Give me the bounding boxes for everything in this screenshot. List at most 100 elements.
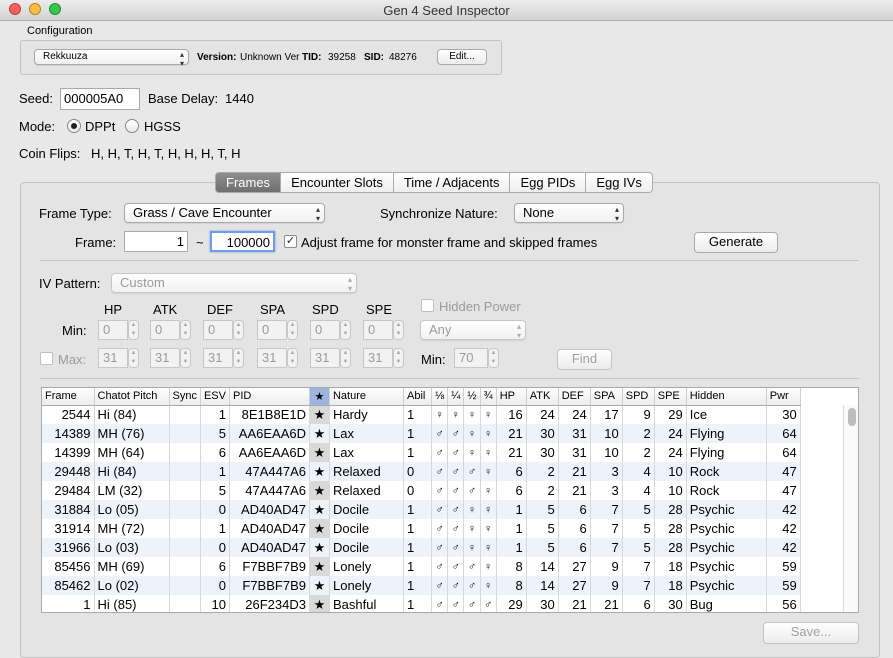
atk-max-input[interactable]: 31: [150, 348, 180, 368]
spe-min-stepper[interactable]: ▲ ▼: [393, 320, 404, 340]
column-header[interactable]: Chatot Pitch: [94, 388, 170, 406]
column-header[interactable]: Pwr: [766, 388, 801, 406]
table-row[interactable]: 14389 MH (76) 5 AA6EAA6D ★ Lax 1 ♂ ♂ ♀ ♀ 21 30 31 10 2 2…: [42, 424, 801, 443]
table-row[interactable]: 31966 Lo (03) 0 AD40AD47 ★ Docile 1 ♂ ♂ ♀ ♀ 1 5 6 7 5 28…: [42, 538, 801, 557]
generate-button[interactable]: Generate: [694, 232, 778, 253]
tab-frames[interactable]: Frames: [215, 172, 282, 193]
column-header[interactable]: ¼: [447, 388, 465, 406]
column-header[interactable]: Sync: [169, 388, 201, 406]
table-cell: 31: [558, 424, 591, 443]
column-header[interactable]: DEF: [558, 388, 591, 406]
column-header[interactable]: HP: [496, 388, 527, 406]
column-header[interactable]: SPE: [654, 388, 687, 406]
hp-min-power-stepper[interactable]: ▲ ▼: [488, 348, 499, 368]
save-button[interactable]: Save...: [763, 622, 859, 644]
table-cell: 14399: [42, 443, 95, 462]
spd-min-input[interactable]: 0: [310, 320, 340, 340]
hp-min-power-input[interactable]: 70: [454, 348, 488, 368]
sync-nature-select[interactable]: None ▴ ▾: [514, 203, 624, 223]
seed-input[interactable]: 000005A0: [60, 88, 140, 110]
table-cell: Psychic: [686, 576, 767, 595]
table-cell: 21: [558, 481, 591, 500]
def-max-input[interactable]: 31: [203, 348, 233, 368]
def-min-stepper[interactable]: ▲ ▼: [233, 320, 244, 340]
atk-min-stepper[interactable]: ▲ ▼: [180, 320, 191, 340]
edit-button[interactable]: Edit...: [437, 49, 487, 65]
vertical-scrollbar[interactable]: [843, 405, 858, 612]
table-cell: 42: [766, 538, 801, 557]
find-button[interactable]: Find: [557, 349, 612, 370]
table-cell: 10: [200, 595, 230, 612]
hidden-power-type-select[interactable]: Any ▴ ▾: [420, 320, 526, 340]
version-label: Version:: [197, 52, 237, 63]
spa-min-input[interactable]: 0: [257, 320, 287, 340]
table-cell: 9: [590, 576, 623, 595]
mode-hgss-radio[interactable]: [125, 119, 139, 133]
hp-max-input[interactable]: 31: [98, 348, 128, 368]
column-header[interactable]: SPD: [622, 388, 655, 406]
column-header[interactable]: ESV: [200, 388, 230, 406]
table-cell: MH (76): [94, 424, 170, 443]
spa-max-stepper[interactable]: ▲ ▼: [287, 348, 298, 368]
spd-max-input[interactable]: 31: [310, 348, 340, 368]
scroll-thumb[interactable]: [848, 408, 856, 426]
spd-min-stepper[interactable]: ▲ ▼: [340, 320, 351, 340]
frame-type-select[interactable]: Grass / Cave Encounter ▴ ▾: [124, 203, 325, 223]
table-cell: 24: [654, 443, 687, 462]
table-row[interactable]: 29448 Hi (84) 1 47A447A6 ★ Relaxed 0 ♂ ♂ ♂ ♀ 6 2 21 3 4…: [42, 462, 801, 481]
table-row[interactable]: 2544 Hi (84) 1 8E1B8E1D ★ Hardy 1 ♀ ♀ ♀ ♀ 16 24 24 17 9…: [42, 405, 801, 424]
table-cell: 42: [766, 519, 801, 538]
hidden-power-checkbox[interactable]: [421, 299, 434, 312]
profile-select[interactable]: Rekkuuza ▴ ▾: [34, 49, 189, 68]
column-header[interactable]: ½: [463, 388, 481, 406]
column-header[interactable]: Hidden: [686, 388, 767, 406]
frame-min-input[interactable]: 1: [124, 231, 188, 252]
column-header[interactable]: Frame: [42, 388, 95, 406]
hp-min-input[interactable]: 0: [98, 320, 128, 340]
table-row[interactable]: 1 Hi (85) 10 26F234D3 ★ Bashful 1 ♂ ♂ ♂ ♂ 29 30 21 21 6…: [42, 595, 801, 612]
spa-max-input[interactable]: 31: [257, 348, 287, 368]
table-cell: 5: [622, 500, 655, 519]
column-header[interactable]: ⅛: [431, 388, 449, 406]
column-header[interactable]: Nature: [329, 388, 404, 406]
tab-encounter-slots[interactable]: Encounter Slots: [281, 172, 394, 193]
spe-min-input[interactable]: 0: [363, 320, 393, 340]
table-cell: ♀: [480, 557, 497, 576]
table-row[interactable]: 31914 MH (72) 1 AD40AD47 ★ Docile 1 ♂ ♂ ♀ ♀ 1 5 6 7 5 28…: [42, 519, 801, 538]
table-cell: 2: [622, 424, 655, 443]
table-row[interactable]: 85462 Lo (02) 0 F7BBF7B9 ★ Lonely 1 ♂ ♂ ♂ ♀ 8 14 27 9 7…: [42, 576, 801, 595]
frame-max-input[interactable]: 100000: [210, 231, 275, 252]
tab-egg-pids[interactable]: Egg PIDs: [510, 172, 587, 193]
table-row[interactable]: 29484 LM (32) 5 47A447A6 ★ Relaxed 0 ♂ ♂ ♂ ♀ 6 2 21 3 4…: [42, 481, 801, 500]
spe-max-stepper[interactable]: ▲ ▼: [393, 348, 404, 368]
tab-egg-ivs[interactable]: Egg IVs: [586, 172, 653, 193]
spa-min-stepper[interactable]: ▲ ▼: [287, 320, 298, 340]
max-checkbox[interactable]: [40, 352, 53, 365]
spe-max-input[interactable]: 31: [363, 348, 393, 368]
iv-pattern-select[interactable]: Custom ▴ ▾: [111, 273, 357, 293]
atk-min-input[interactable]: 0: [150, 320, 180, 340]
tab-time-adjacents[interactable]: Time / Adjacents: [393, 172, 511, 193]
column-header[interactable]: SPA: [590, 388, 623, 406]
hp-max-stepper[interactable]: ▲ ▼: [128, 348, 139, 368]
column-header[interactable]: ATK: [526, 388, 559, 406]
def-max-stepper[interactable]: ▲ ▼: [233, 348, 244, 368]
results-table[interactable]: Frame Chatot Pitch Sync ESV PID ★ Nature Abil ⅛ ¼…: [41, 387, 859, 613]
mode-dppt-radio[interactable]: [67, 119, 81, 133]
atk-max-stepper[interactable]: ▲ ▼: [180, 348, 191, 368]
adjust-frame-checkbox[interactable]: ✓: [284, 235, 297, 248]
column-header[interactable]: Abil: [403, 388, 432, 406]
mode-label: Mode:: [19, 119, 56, 134]
table-cell: F7BBF7B9: [229, 557, 310, 576]
table-row[interactable]: 31884 Lo (05) 0 AD40AD47 ★ Docile 1 ♂ ♂ ♀ ♀ 1 5 6 7 5 28…: [42, 500, 801, 519]
frame-tilde: ~: [196, 235, 204, 250]
table-row[interactable]: 14399 MH (64) 6 AA6EAA6D ★ Lax 1 ♂ ♂ ♀ ♀ 21 30 31 10 2 2…: [42, 443, 801, 462]
column-header[interactable]: ★: [309, 388, 330, 406]
hp-min-stepper[interactable]: ▲ ▼: [128, 320, 139, 340]
column-header[interactable]: ¾: [480, 388, 497, 406]
table-row[interactable]: 85456 MH (69) 6 F7BBF7B9 ★ Lonely 1 ♂ ♂ ♂ ♀ 8 14 27 9 7…: [42, 557, 801, 576]
column-header[interactable]: PID: [229, 388, 310, 406]
table-cell: Lax: [329, 424, 404, 443]
spd-max-stepper[interactable]: ▲ ▼: [340, 348, 351, 368]
def-min-input[interactable]: 0: [203, 320, 233, 340]
